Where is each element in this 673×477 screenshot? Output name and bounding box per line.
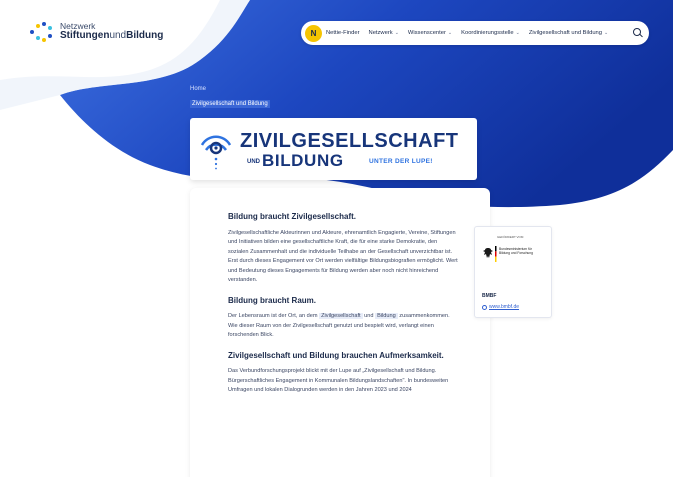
breadcrumb-home[interactable]: Home [190,86,206,92]
breadcrumb-current: Zivilgesellschaft und Bildung [190,100,270,108]
nav-item-wissenscenter[interactable]: Wissenscenter ⌄ [408,30,452,36]
sponsor-box: GEFÖRDERT VOM Bundesministerium für Bild… [474,226,552,318]
sponsor-website-link[interactable]: www.bmbf.de [482,304,519,310]
sponsor-label: GEFÖRDERT VOM [497,235,524,239]
section-heading: Bildung braucht Zivilgesellschaft. [228,212,357,221]
german-flag-bar [495,246,497,262]
globe-icon [482,304,487,310]
section-heading: Bildung braucht Raum. [228,295,316,305]
highlight-term: Zivilgesellschaft [319,313,363,320]
federal-eagle-icon [483,248,493,258]
nav-item-nettie-finder[interactable]: Nettie-Finder [326,30,360,36]
section-text: Zivilgesellschaftliche Akteurinnen und A… [228,229,458,284]
nav-item-koordinierungsstelle[interactable]: Koordinierungsstelle ⌄ [461,30,520,36]
section-heading: Zivilgesellschaft und Bildung brauchen A… [228,350,444,360]
sponsor-ministry: Bundesministerium für Bildung und Forsch… [499,247,533,255]
chevron-down-icon: ⌄ [447,30,453,36]
main-content: Bildung braucht Zivilgesellschaft. Zivil… [228,212,458,406]
logo-text-name: StiftungenundBildung [60,30,164,42]
sponsor-short-name: BMBF [482,293,497,299]
chevron-down-icon: ⌄ [515,30,520,36]
hero-title-line1: ZIVILGESELLSCHAFT [240,130,459,152]
highlight-term: Bildung [375,313,398,320]
nettie-badge-icon[interactable]: N [305,24,322,42]
signal-magnifier-icon [200,135,232,170]
section-text: Der Lebensraum ist der Ort, an dem Zivil… [228,313,450,339]
site-logo[interactable]: Netzwerk StiftungenundBildung [30,22,163,42]
section-text: Das Verbundforschungsprojekt blickt mit … [228,368,449,394]
logo-mark-icon [30,22,54,42]
hero-title-und: UND [247,159,260,165]
search-icon[interactable] [633,28,643,38]
project-logo-card: ZIVILGESELLSCHAFT UND BILDUNG UNTER DER … [190,118,477,180]
chevron-down-icon: ⌄ [394,30,399,36]
nav-item-netzwerk[interactable]: Netzwerk ⌄ [369,30,399,36]
main-navigation: N Nettie-Finder Netzwerk ⌄ Wissenscenter ⌄… [301,21,649,45]
nav-item-zivilgesellschaft[interactable]: Zivilgesellschaft und Bildung ⌄ [529,30,608,36]
chevron-down-icon: ⌄ [604,30,609,36]
hero-title-line2: BILDUNG [262,151,344,170]
hero-tagline: UNTER DER LUPE! [369,158,433,165]
